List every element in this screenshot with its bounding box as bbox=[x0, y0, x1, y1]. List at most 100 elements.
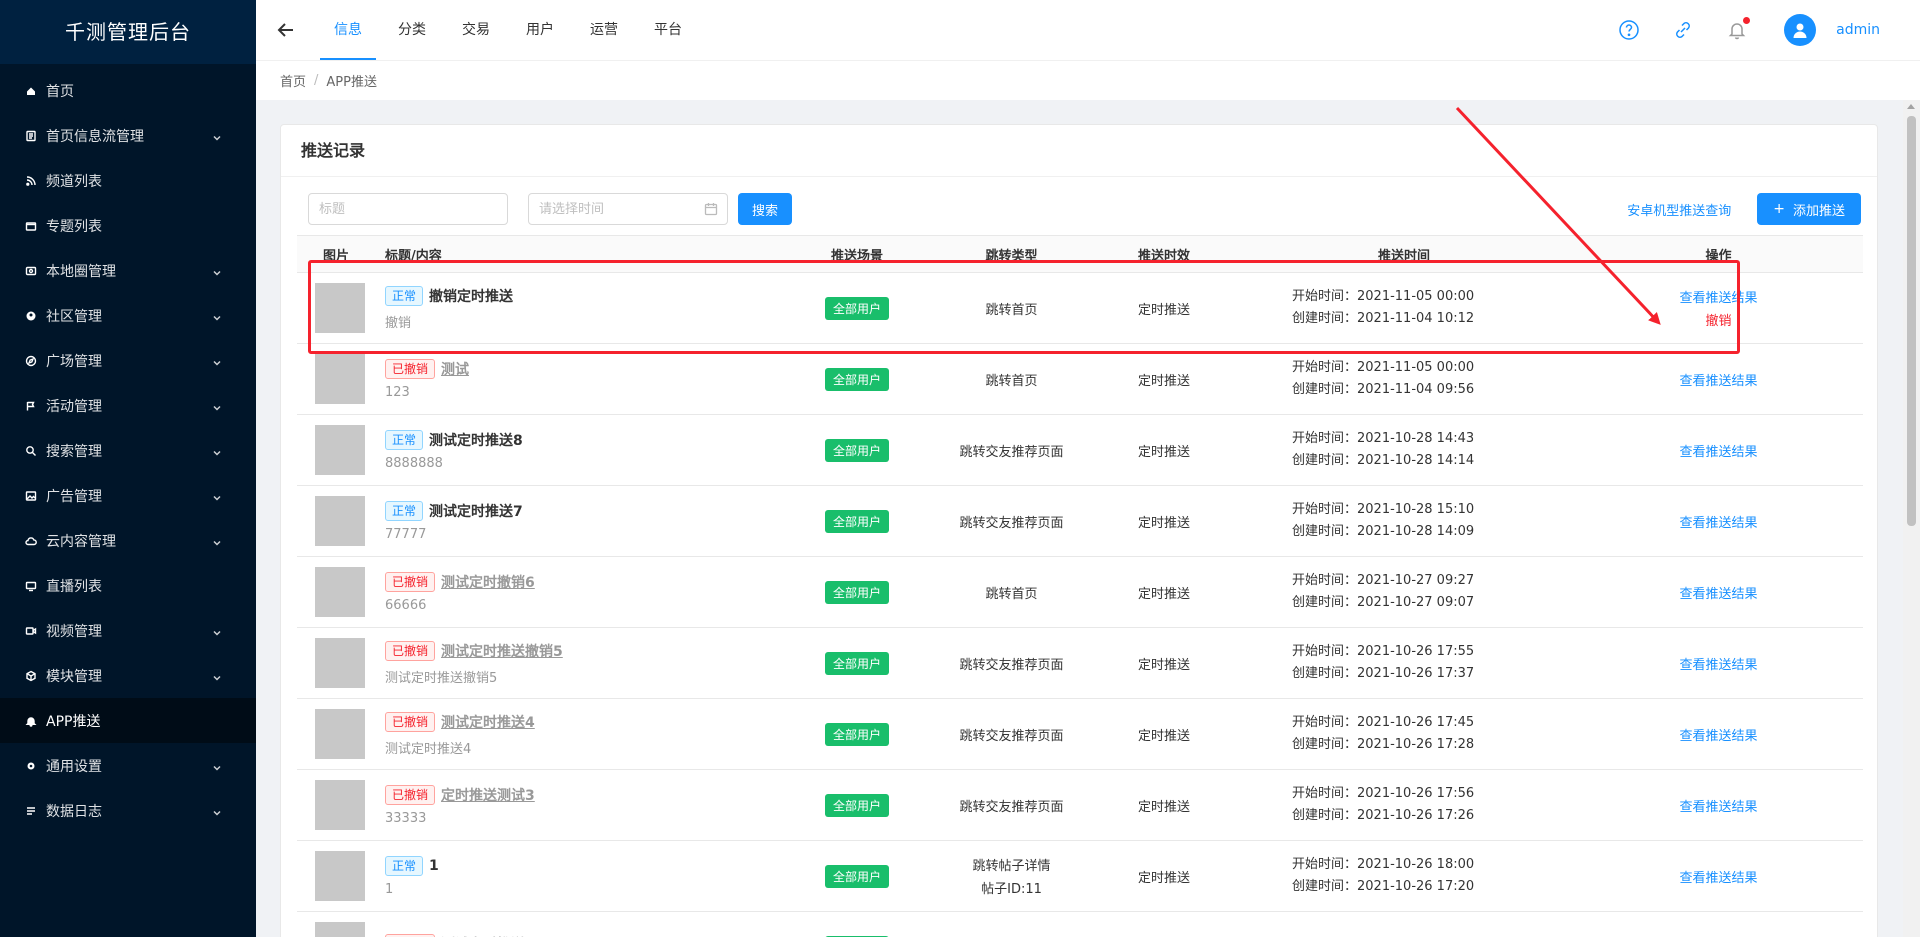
start-time: 开始时间：2021-10-26 17:56 bbox=[1292, 786, 1475, 801]
time-cell: 开始时间：2021-10-26 18:00 创建时间：2021-10-26 17:… bbox=[1234, 854, 1574, 898]
table-row: 已撤销 测试定时推送4 测试定时推送4 全部用户 跳转交友推荐页面 定时推送 开始时间：20… bbox=[297, 699, 1863, 770]
operation-cell: 查看推送结果 bbox=[1574, 512, 1863, 531]
jump-cell: 跳转交友推荐页面 bbox=[929, 654, 1094, 673]
folder-icon bbox=[24, 219, 38, 233]
sidebar-item-14[interactable]: APP推送 bbox=[0, 698, 256, 743]
android-push-query-link[interactable]: 安卓机型推送查询 bbox=[1627, 200, 1731, 219]
push-title[interactable]: 测试 bbox=[441, 359, 469, 379]
breadcrumb-home[interactable]: 首页 bbox=[280, 71, 306, 90]
time-cell: 开始时间：2021-10-28 14:43 创建时间：2021-10-28 14:… bbox=[1234, 428, 1574, 472]
view-result-link[interactable]: 查看推送结果 bbox=[1679, 445, 1757, 460]
revoke-link[interactable]: 撤销 bbox=[1574, 310, 1863, 329]
view-result-link[interactable]: 查看推送结果 bbox=[1679, 587, 1757, 602]
image-icon bbox=[24, 489, 38, 503]
push-content: 66666 bbox=[385, 597, 427, 613]
notification-bell-icon[interactable] bbox=[1726, 17, 1751, 41]
sidebar-item-16[interactable]: 数据日志 bbox=[0, 788, 256, 833]
sidebar-item-8[interactable]: 搜索管理 bbox=[0, 428, 256, 473]
push-title[interactable]: 测试定时推送4 bbox=[441, 712, 535, 732]
scene-cell: 全部用户 bbox=[785, 509, 929, 533]
tab-2[interactable]: 交易 bbox=[448, 0, 504, 60]
effect-cell: 定时推送 bbox=[1137, 870, 1190, 886]
sidebar-item-3[interactable]: 专题列表 bbox=[0, 203, 256, 248]
tab-5[interactable]: 平台 bbox=[640, 0, 696, 60]
sidebar-item-15[interactable]: 通用设置 bbox=[0, 743, 256, 788]
user-avatar[interactable] bbox=[1784, 14, 1817, 46]
sidebar-item-6[interactable]: 广场管理 bbox=[0, 338, 256, 383]
sidebar-item-label: 数据日志 bbox=[46, 803, 102, 820]
title-search-input[interactable] bbox=[308, 193, 508, 225]
image-cell bbox=[297, 283, 385, 333]
created-time: 创建时间：2021-11-04 09:56 bbox=[1292, 382, 1475, 397]
push-title: 测试定时推送8 bbox=[429, 432, 523, 449]
date-picker[interactable] bbox=[528, 193, 728, 225]
sidebar-item-9[interactable]: 广告管理 bbox=[0, 473, 256, 518]
start-time: 开始时间：2021-10-26 17:55 bbox=[1292, 644, 1475, 659]
search-button[interactable]: 搜索 bbox=[738, 193, 793, 225]
scene-cell: 全部用户 bbox=[785, 367, 929, 391]
view-result-link[interactable]: 查看推送结果 bbox=[1679, 291, 1757, 306]
tab-1[interactable]: 分类 bbox=[384, 0, 440, 60]
tab-0[interactable]: 信息 bbox=[320, 0, 376, 60]
created-time: 创建时间：2021-10-27 09:07 bbox=[1292, 595, 1475, 610]
sidebar-item-0[interactable]: 首页 bbox=[0, 68, 256, 113]
view-result-link[interactable]: 查看推送结果 bbox=[1679, 516, 1757, 531]
push-title[interactable]: 定时推送测试3 bbox=[441, 785, 535, 805]
link-icon[interactable] bbox=[1672, 19, 1694, 41]
sidebar-item-7[interactable]: 活动管理 bbox=[0, 383, 256, 428]
title-line: 已撤销 测试定时推送4 bbox=[385, 711, 785, 732]
push-title[interactable]: 测试定时撤销6 bbox=[441, 572, 535, 592]
scene-badge: 全部用户 bbox=[824, 722, 889, 746]
add-push-button[interactable]: + 添加推送 bbox=[1757, 193, 1861, 225]
scene-badge: 全部用户 bbox=[824, 651, 889, 675]
search-icon bbox=[24, 444, 38, 458]
column-header: 推送场景 bbox=[830, 248, 883, 264]
title-line: 已撤销 定时推送测试3 bbox=[385, 784, 785, 805]
start-time: 开始时间：2021-10-26 17:45 bbox=[1292, 715, 1475, 730]
status-badge: 已撤销 bbox=[385, 358, 436, 379]
scrollbar-thumb[interactable] bbox=[1907, 116, 1916, 526]
back-button[interactable] bbox=[256, 0, 316, 60]
sidebar-item-5[interactable]: 社区管理 bbox=[0, 293, 256, 338]
help-icon[interactable] bbox=[1618, 19, 1640, 41]
jump-type: 跳转交友推荐页面 bbox=[959, 444, 1064, 460]
title-line: 已撤销 测试 bbox=[385, 358, 785, 379]
date-input[interactable] bbox=[528, 193, 728, 225]
tab-4[interactable]: 运营 bbox=[576, 0, 632, 60]
sidebar-item-2[interactable]: 频道列表 bbox=[0, 158, 256, 203]
status-badge: 正常 bbox=[385, 500, 424, 521]
image-cell bbox=[297, 709, 385, 759]
tab-3[interactable]: 用户 bbox=[512, 0, 568, 60]
view-result-link[interactable]: 查看推送结果 bbox=[1679, 800, 1757, 815]
operation-cell: 查看推送结果 撤销 bbox=[1574, 287, 1863, 329]
push-content: 测试定时推送撤销5 bbox=[385, 670, 498, 686]
sidebar-item-10[interactable]: 云内容管理 bbox=[0, 518, 256, 563]
column-header: 标题/内容 bbox=[385, 248, 442, 264]
view-result-link[interactable]: 查看推送结果 bbox=[1679, 729, 1757, 744]
operation-cell: 查看推送结果 bbox=[1574, 725, 1863, 744]
table-row: 正常 1 1 全部用户 跳转帖子详情 帖子ID:11 定时推送 开始时间：2021-10-26… bbox=[297, 841, 1863, 912]
sidebar-item-4[interactable]: 本地圈管理 bbox=[0, 248, 256, 293]
table-row: 正常 撤销定时推送 撤销 全部用户 跳转首页 定时推送 开始时间：2021-11-05 00… bbox=[297, 273, 1863, 344]
chevron-down-icon bbox=[212, 131, 222, 141]
sidebar-item-label: 模块管理 bbox=[46, 668, 102, 685]
time-cell: 开始时间：2021-10-26 17:56 创建时间：2021-10-26 17:… bbox=[1234, 783, 1574, 827]
sidebar-item-1[interactable]: 首页信息流管理 bbox=[0, 113, 256, 158]
column-header: 跳转类型 bbox=[985, 248, 1038, 264]
scene-cell: 全部用户 bbox=[785, 722, 929, 746]
username-link[interactable]: admin bbox=[1836, 22, 1880, 38]
page-scrollbar[interactable] bbox=[1903, 100, 1920, 937]
sidebar-item-13[interactable]: 模块管理 bbox=[0, 653, 256, 698]
push-content: 测试定时推送4 bbox=[385, 741, 472, 757]
push-title[interactable]: 测试定时推送撤销5 bbox=[441, 641, 563, 661]
image-cell bbox=[297, 851, 385, 901]
home-icon bbox=[24, 84, 38, 98]
sidebar-item-12[interactable]: 视频管理 bbox=[0, 608, 256, 653]
scroll-up-arrow[interactable] bbox=[1907, 104, 1915, 109]
chevron-down-icon bbox=[212, 806, 222, 816]
view-result-link[interactable]: 查看推送结果 bbox=[1679, 658, 1757, 673]
sidebar-item-11[interactable]: 直播列表 bbox=[0, 563, 256, 608]
view-result-link[interactable]: 查看推送结果 bbox=[1679, 871, 1757, 886]
chevron-down-icon bbox=[212, 536, 222, 546]
view-result-link[interactable]: 查看推送结果 bbox=[1679, 374, 1757, 389]
